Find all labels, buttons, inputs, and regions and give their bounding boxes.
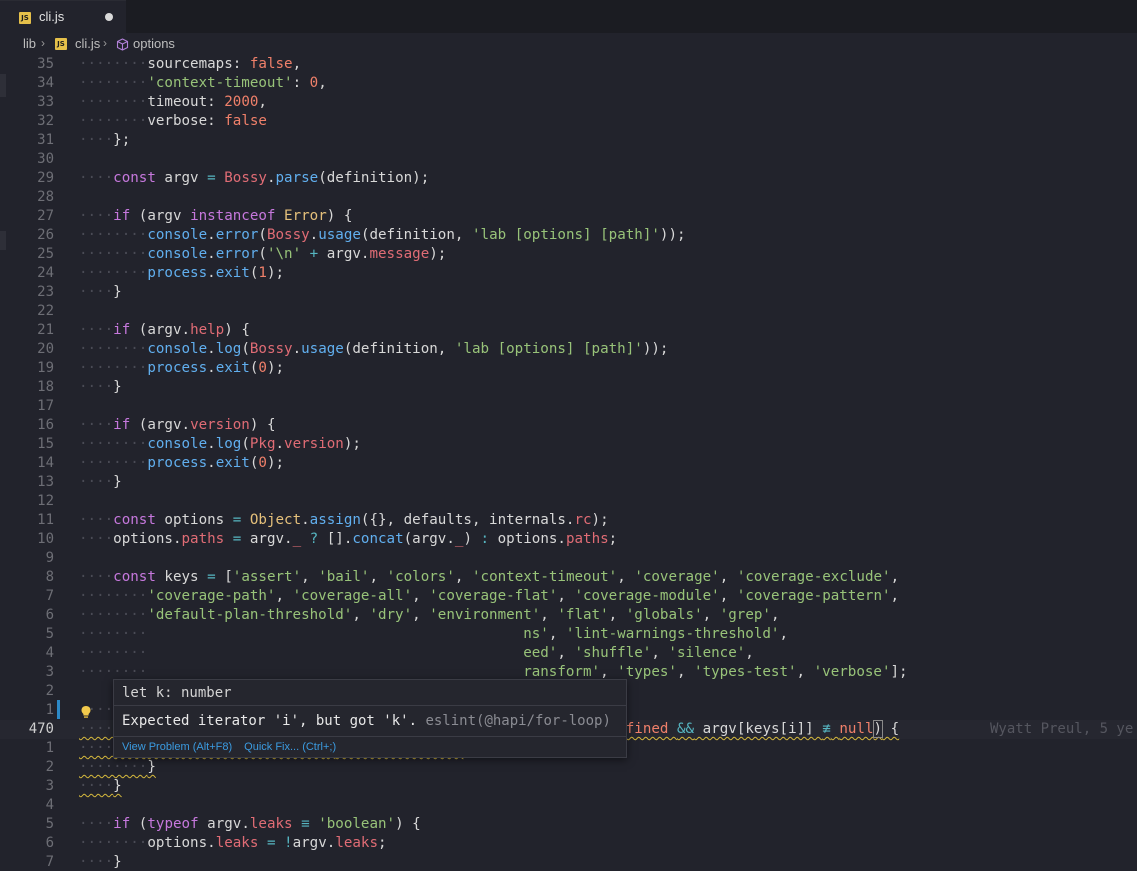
tab-label: cli.js: [39, 9, 65, 24]
code-line: 31 ····};: [37, 132, 131, 148]
code-line: 30: [37, 151, 54, 167]
code-line: 5 ····if (typeof argv.leaks ≡ 'boolean') …: [45, 816, 421, 832]
code-line: 32 ········verbose: false: [37, 113, 267, 129]
breadcrumb-folder[interactable]: lib: [23, 36, 36, 51]
code-line: 7 ····}: [45, 854, 122, 870]
code-line: 13 ····}: [37, 474, 122, 490]
tab-cli-js[interactable]: JS cli.js: [0, 0, 126, 33]
divider: [114, 736, 626, 737]
code-line: 5 ········ ns', 'lint-warnings-threshold'…: [45, 626, 788, 642]
code-line: 29 ····const argv = Bossy.parse(definitio…: [37, 170, 430, 186]
symbol-variable-icon: [116, 38, 129, 51]
code-line: 8 ····const keys = ['assert', 'bail', 'co…: [45, 569, 900, 585]
modified-line-marker: [57, 700, 60, 719]
code-line: 25 ········console.error('\n' + argv.mess…: [37, 246, 447, 262]
code-line: 20 ········console.log(Bossy.usage(defini…: [37, 341, 669, 357]
unsaved-dot-icon[interactable]: [105, 13, 113, 21]
code-editor[interactable]: 35 ········sourcemaps: false, 34 ········'…: [0, 55, 1137, 871]
code-line: 17: [37, 398, 54, 414]
code-line: 2 ········}: [45, 759, 156, 775]
code-line: 27 ····if (argv instanceof Error) {: [37, 208, 353, 224]
code-line: 4: [45, 797, 54, 813]
code-line: 14 ········process.exit(0);: [37, 455, 285, 471]
git-blame-annotation: Wyatt Preul, 5 ye: [990, 721, 1134, 737]
code-line: 18 ····}: [37, 379, 122, 395]
javascript-file-icon: JS: [19, 12, 31, 24]
code-line: 10 ····options.paths = argv._ ? [].concat…: [37, 531, 618, 547]
hover-actions: View Problem (Alt+F8) Quick Fix... (Ctrl+…: [122, 741, 348, 753]
divider: [114, 705, 626, 706]
hover-type-signature: let k: number: [122, 685, 232, 701]
code-line: 6 ········options.leaks = !argv.leaks;: [45, 835, 387, 851]
code-line: 6 ········'default-plan-threshold', 'dry'…: [45, 607, 780, 623]
code-line: 35 ········sourcemaps: false,: [37, 56, 302, 72]
quick-fix-link[interactable]: Quick Fix... (Ctrl+;): [244, 741, 336, 753]
hover-problem-message: Expected iterator 'i', but got 'k'. esli…: [122, 713, 611, 729]
code-line: 22: [37, 303, 54, 319]
code-line: 7 ········'coverage-path', 'coverage-all'…: [45, 588, 900, 604]
code-line: 23 ····}: [37, 284, 122, 300]
problem-source: eslint(@hapi/for-loop): [425, 713, 611, 729]
breadcrumb-file[interactable]: cli.js: [75, 36, 100, 51]
code-line: 28: [37, 189, 54, 205]
problem-text: Expected iterator 'i', but got 'k'.: [122, 713, 418, 729]
code-line: 9: [45, 550, 54, 566]
code-line: 3 ····}: [45, 778, 122, 794]
chevron-right-icon: ›: [41, 36, 45, 50]
code-line: 19 ········process.exit(0);: [37, 360, 285, 376]
chevron-right-icon: ›: [103, 36, 107, 50]
hover-tooltip: let k: number Expected iterator 'i', but…: [113, 679, 627, 758]
code-line: 12: [37, 493, 54, 509]
code-line: 15 ········console.log(Pkg.version);: [37, 436, 361, 452]
code-line: 24 ········process.exit(1);: [37, 265, 285, 281]
view-problem-link[interactable]: View Problem (Alt+F8): [122, 741, 232, 753]
javascript-file-icon: JS: [55, 38, 67, 50]
code-line: 26 ········console.error(Bossy.usage(defi…: [37, 227, 686, 243]
code-line: 34 ········'context-timeout': 0,: [37, 75, 327, 91]
breadcrumb-symbol[interactable]: options: [133, 36, 175, 51]
code-line: 11 ····const options = Object.assign({}, …: [37, 512, 609, 528]
lightbulb-icon[interactable]: [80, 705, 92, 719]
breadcrumb: lib › JS cli.js › options: [0, 33, 1137, 55]
code-line: 16 ····if (argv.version) {: [37, 417, 276, 433]
code-line: 21 ····if (argv.help) {: [37, 322, 250, 338]
code-line: 33 ········timeout: 2000,: [37, 94, 267, 110]
tab-bar: JS cli.js: [0, 0, 1137, 33]
code-line: 4 ········ eed', 'shuffle', 'silence',: [45, 645, 754, 661]
